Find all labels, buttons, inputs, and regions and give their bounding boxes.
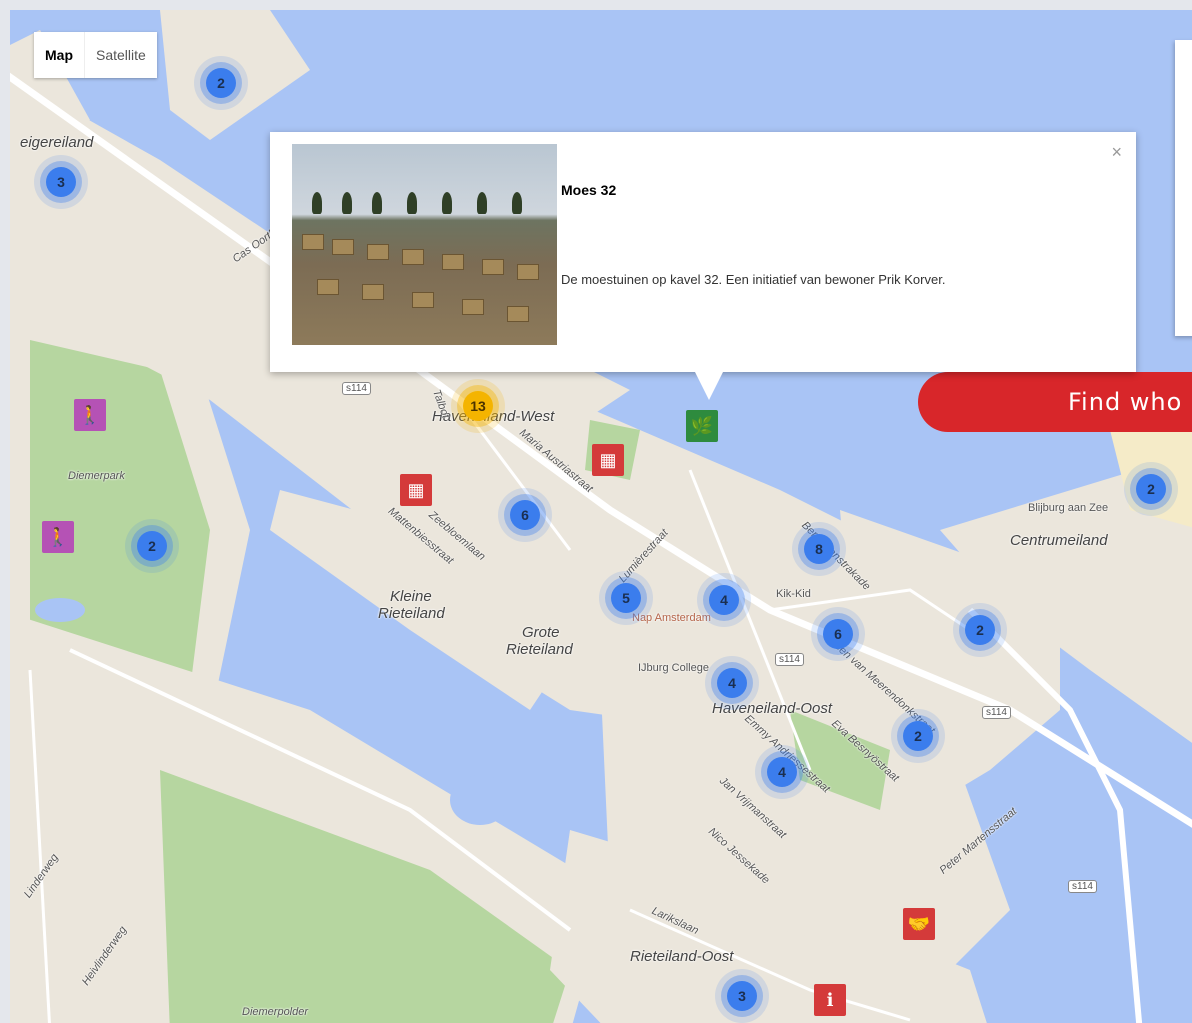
- side-panel: [1175, 40, 1192, 336]
- area-label-haveneiland-oost: Haveneiland-Oost: [712, 700, 833, 717]
- photo-planter: [412, 292, 434, 308]
- marker-cluster[interactable]: 2: [903, 721, 933, 751]
- poi-label-kik-kid: Kik-Kid: [776, 588, 811, 600]
- photo-tree: [372, 192, 382, 214]
- photo-tree: [477, 192, 487, 214]
- photo-planter: [462, 299, 484, 315]
- sign-marker[interactable]: ▦: [400, 474, 432, 506]
- marker-cluster[interactable]: 4: [767, 757, 797, 787]
- photo-planter: [302, 234, 324, 250]
- area-label-kleine-2: Rieteiland: [378, 605, 445, 622]
- handshake-icon: 🤝: [907, 914, 931, 934]
- area-label-diemerpark: Diemerpark: [68, 470, 125, 482]
- area-label-kleine-1: Kleine: [390, 588, 432, 605]
- board-icon: ▦: [407, 480, 425, 500]
- marker-cluster[interactable]: 3: [46, 167, 76, 197]
- sign-marker[interactable]: ℹ: [814, 984, 846, 1016]
- marker-cluster[interactable]: 3: [727, 981, 757, 1011]
- marker-cluster[interactable]: 2: [1136, 474, 1166, 504]
- walking-marker[interactable]: 🚶: [74, 399, 106, 431]
- marker-cluster[interactable]: 2: [965, 615, 995, 645]
- road-shield-s114: s114: [342, 382, 371, 395]
- marker-cluster[interactable]: 4: [709, 585, 739, 615]
- area-label-diemerpolder: Diemerpolder: [242, 1006, 309, 1018]
- walking-icon: 🚶: [46, 527, 70, 547]
- road-shield-s114: s114: [1068, 880, 1097, 893]
- road-shield-s114: s114: [775, 653, 804, 666]
- photo-planter: [402, 249, 424, 265]
- photo-planter: [362, 284, 384, 300]
- map-canvas[interactable]: Map Satellite Haveneiland-West Diemerpar…: [0, 0, 1192, 1023]
- photo-planter: [482, 259, 504, 275]
- marker-cluster[interactable]: 6: [823, 619, 853, 649]
- road-shield-s114: s114: [982, 706, 1011, 719]
- marker-cluster[interactable]: 2: [206, 68, 236, 98]
- info-window-title: Moes 32: [561, 182, 617, 198]
- photo-tree: [512, 192, 522, 214]
- area-label-grote-1: Grote: [522, 624, 560, 641]
- photo-planter: [332, 239, 354, 255]
- map-type-control: Map Satellite: [34, 32, 157, 78]
- marker-cluster[interactable]: 2: [137, 531, 167, 561]
- photo-tree: [442, 192, 452, 214]
- marker-cluster[interactable]: 4: [717, 668, 747, 698]
- info-window-description: De moestuinen op kavel 32. Een initiatie…: [561, 272, 946, 287]
- plant-icon: 🌿: [690, 416, 714, 436]
- marker-cluster[interactable]: 6: [510, 500, 540, 530]
- photo-tree: [407, 192, 417, 214]
- info-board-icon: ℹ: [826, 990, 834, 1010]
- area-label-steigereiland: eigereiland: [20, 134, 94, 151]
- garden-marker[interactable]: 🌿: [686, 410, 718, 442]
- photo-tree: [312, 192, 322, 214]
- map-type-satellite-button[interactable]: Satellite: [85, 32, 157, 78]
- handshake-marker[interactable]: 🤝: [903, 908, 935, 940]
- area-label-centrumeiland: Centrumeiland: [1010, 532, 1108, 549]
- walking-marker[interactable]: 🚶: [42, 521, 74, 553]
- marker-cluster[interactable]: 8: [804, 534, 834, 564]
- info-window-photo: [292, 144, 557, 345]
- photo-tree: [342, 192, 352, 214]
- photo-planter: [367, 244, 389, 260]
- area-label-rieteiland-oost: Rieteiland-Oost: [630, 948, 734, 965]
- sign-marker[interactable]: ▦: [592, 444, 624, 476]
- poi-label-ijburg-college: IJburg College: [638, 662, 709, 674]
- find-who-button[interactable]: Find who: [918, 372, 1192, 432]
- photo-planter: [517, 264, 539, 280]
- photo-planter: [317, 279, 339, 295]
- marker-cluster[interactable]: 13: [463, 391, 493, 421]
- photo-planter: [442, 254, 464, 270]
- marker-cluster[interactable]: 5: [611, 583, 641, 613]
- area-label-grote-2: Rieteiland: [506, 641, 573, 658]
- walking-icon: 🚶: [78, 405, 102, 425]
- board-icon: ▦: [599, 450, 617, 470]
- poi-label-blijburg: Blijburg aan Zee: [1028, 502, 1109, 514]
- photo-planter: [507, 306, 529, 322]
- info-window: Moes 32 De moestuinen op kavel 32. Een i…: [270, 132, 1136, 400]
- map-type-map-button[interactable]: Map: [34, 32, 85, 78]
- close-icon[interactable]: ×: [1111, 142, 1122, 163]
- poi-label-nap-amsterdam: Nap Amsterdam: [632, 612, 711, 624]
